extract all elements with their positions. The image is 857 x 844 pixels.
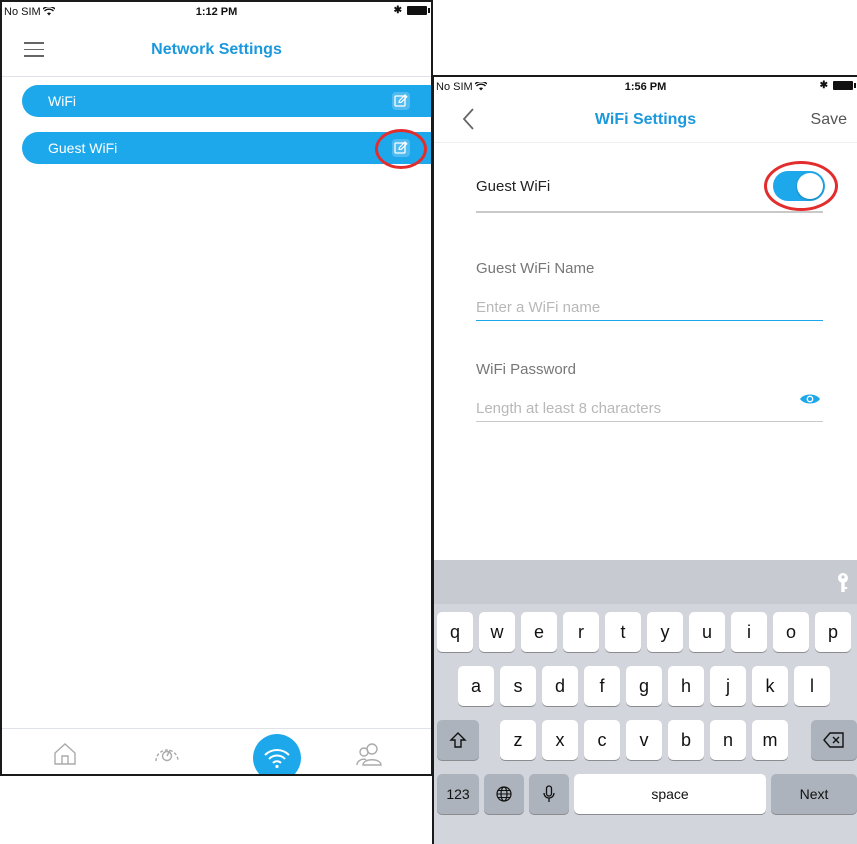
- space-key[interactable]: space: [574, 774, 766, 814]
- key-d[interactable]: d: [542, 666, 578, 706]
- wifi-icon[interactable]: [252, 729, 302, 774]
- network-item-label: Guest WiFi: [48, 140, 118, 156]
- key-t[interactable]: t: [605, 612, 641, 652]
- key-u[interactable]: u: [689, 612, 725, 652]
- nav-header: WiFi Settings Save: [434, 97, 857, 143]
- status-time: 1:12 PM: [195, 6, 238, 18]
- nav-header: Network Settings: [2, 22, 431, 77]
- status-bar: No SIM 1:12 PM ✱: [2, 2, 431, 22]
- battery-icon: [407, 6, 430, 15]
- key-p[interactable]: p: [815, 612, 851, 652]
- microphone-key-icon[interactable]: [529, 774, 569, 814]
- highlight-circle: [764, 161, 838, 211]
- key-m[interactable]: m: [752, 720, 788, 760]
- network-item-label: WiFi: [48, 93, 76, 109]
- key-c[interactable]: c: [584, 720, 620, 760]
- key-n[interactable]: n: [710, 720, 746, 760]
- users-icon[interactable]: [344, 729, 394, 774]
- on-screen-keyboard: q w e r t y u i o p a s d f g h j k l z x c v b n m 123 space Next: [434, 560, 857, 844]
- key-h[interactable]: h: [668, 666, 704, 706]
- guest-wifi-name-input[interactable]: [476, 295, 823, 321]
- key-x[interactable]: x: [542, 720, 578, 760]
- tab-bar: [2, 728, 431, 774]
- next-key[interactable]: Next: [771, 774, 857, 814]
- key-z[interactable]: z: [500, 720, 536, 760]
- key-w[interactable]: w: [479, 612, 515, 652]
- key-f[interactable]: f: [584, 666, 620, 706]
- wifi-password-label: WiFi Password: [476, 361, 577, 378]
- page-title: Network Settings: [151, 41, 282, 58]
- battery-icon: [833, 81, 856, 90]
- highlight-circle: [375, 129, 427, 169]
- speedometer-icon[interactable]: [142, 729, 192, 774]
- network-item-guest-wifi[interactable]: Guest WiFi: [22, 132, 431, 164]
- key-q[interactable]: q: [437, 612, 473, 652]
- status-time: 1:56 PM: [624, 81, 667, 93]
- bluetooth-icon: ✱: [819, 80, 828, 91]
- guest-wifi-toggle-label: Guest WiFi: [476, 178, 551, 195]
- key-b[interactable]: b: [668, 720, 704, 760]
- key-y[interactable]: y: [647, 612, 683, 652]
- eye-icon[interactable]: [799, 392, 821, 411]
- keyboard-accessory-bar: [434, 560, 857, 604]
- backspace-key-icon[interactable]: [811, 720, 857, 760]
- divider: [476, 211, 823, 213]
- numbers-key[interactable]: 123: [437, 774, 479, 814]
- status-right: ✱: [819, 80, 856, 91]
- bluetooth-icon: ✱: [393, 5, 402, 16]
- status-bar: No SIM 1:56 PM ✱: [434, 77, 857, 97]
- key-r[interactable]: r: [563, 612, 599, 652]
- guest-wifi-name-label: Guest WiFi Name: [476, 260, 595, 277]
- key-o[interactable]: o: [773, 612, 809, 652]
- globe-key-icon[interactable]: [484, 774, 524, 814]
- page-title: WiFi Settings: [594, 111, 697, 128]
- password-key-icon[interactable]: [837, 572, 849, 599]
- network-settings-screen: No SIM 1:12 PM ✱ Network Settings WiFi G…: [0, 0, 433, 776]
- key-k[interactable]: k: [752, 666, 788, 706]
- key-g[interactable]: g: [626, 666, 662, 706]
- edit-icon[interactable]: [392, 92, 410, 110]
- status-right: ✱: [393, 5, 430, 16]
- key-v[interactable]: v: [626, 720, 662, 760]
- key-j[interactable]: j: [710, 666, 746, 706]
- key-e[interactable]: e: [521, 612, 557, 652]
- key-i[interactable]: i: [731, 612, 767, 652]
- key-a[interactable]: a: [458, 666, 494, 706]
- key-s[interactable]: s: [500, 666, 536, 706]
- wifi-settings-screen: No SIM 1:56 PM ✱ WiFi Settings Save Gues…: [432, 75, 857, 844]
- wifi-password-input[interactable]: [476, 396, 823, 422]
- save-button[interactable]: Save: [811, 111, 847, 129]
- home-icon[interactable]: [40, 729, 90, 774]
- shift-key-icon[interactable]: [437, 720, 479, 760]
- network-item-wifi[interactable]: WiFi: [22, 85, 431, 117]
- key-l[interactable]: l: [794, 666, 830, 706]
